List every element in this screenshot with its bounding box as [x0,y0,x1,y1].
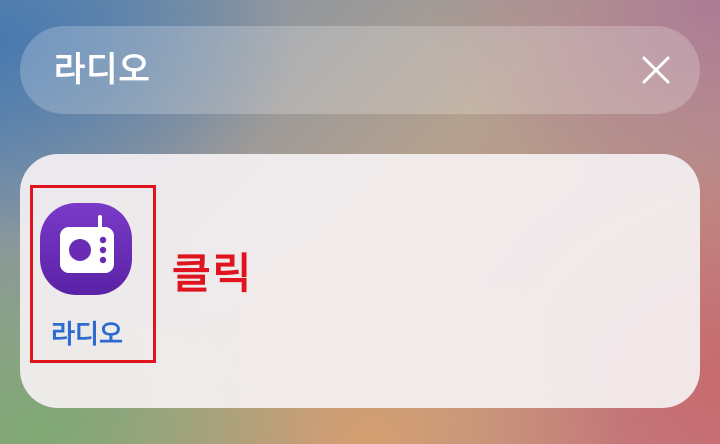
click-annotation: 클릭 [172,249,254,298]
close-icon [642,56,670,84]
radio-app-label: 라디오 [51,320,123,350]
search-bar[interactable]: 라디오 [20,26,700,114]
radio-app-icon [40,203,132,295]
radio-app[interactable]: 라디오 [37,200,137,352]
search-query[interactable]: 라디오 [54,26,151,114]
clear-search-button[interactable] [638,52,674,88]
